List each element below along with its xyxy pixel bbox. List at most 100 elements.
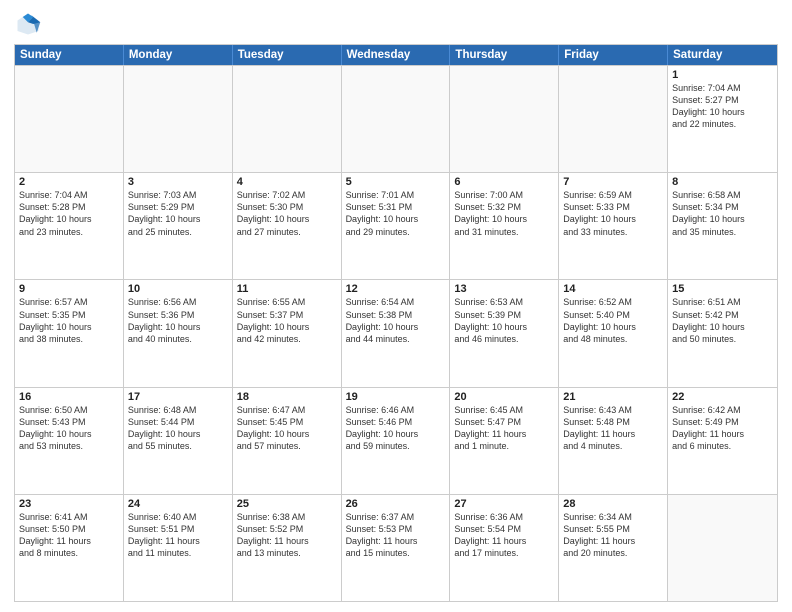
cell-info: Sunrise: 6:37 AM Sunset: 5:53 PM Dayligh… [346,511,446,560]
cell-day-number: 16 [19,391,119,403]
calendar-cell [450,66,559,172]
cell-day-number: 23 [19,498,119,510]
calendar-cell: 17Sunrise: 6:48 AM Sunset: 5:44 PM Dayli… [124,388,233,494]
cell-day-number: 9 [19,283,119,295]
cell-info: Sunrise: 6:34 AM Sunset: 5:55 PM Dayligh… [563,511,663,560]
cell-day-number: 22 [672,391,773,403]
calendar-cell: 15Sunrise: 6:51 AM Sunset: 5:42 PM Dayli… [668,280,777,386]
cell-info: Sunrise: 7:01 AM Sunset: 5:31 PM Dayligh… [346,189,446,238]
calendar-cell: 9Sunrise: 6:57 AM Sunset: 5:35 PM Daylig… [15,280,124,386]
calendar-cell: 16Sunrise: 6:50 AM Sunset: 5:43 PM Dayli… [15,388,124,494]
cell-day-number: 5 [346,176,446,188]
calendar-header: SundayMondayTuesdayWednesdayThursdayFrid… [15,45,777,65]
calendar-row-4: 16Sunrise: 6:50 AM Sunset: 5:43 PM Dayli… [15,387,777,494]
weekday-header-sunday: Sunday [15,45,124,65]
calendar-cell: 20Sunrise: 6:45 AM Sunset: 5:47 PM Dayli… [450,388,559,494]
cell-info: Sunrise: 6:38 AM Sunset: 5:52 PM Dayligh… [237,511,337,560]
calendar-row-2: 2Sunrise: 7:04 AM Sunset: 5:28 PM Daylig… [15,172,777,279]
cell-info: Sunrise: 6:57 AM Sunset: 5:35 PM Dayligh… [19,296,119,345]
cell-info: Sunrise: 7:03 AM Sunset: 5:29 PM Dayligh… [128,189,228,238]
cell-info: Sunrise: 6:55 AM Sunset: 5:37 PM Dayligh… [237,296,337,345]
calendar-cell: 6Sunrise: 7:00 AM Sunset: 5:32 PM Daylig… [450,173,559,279]
weekday-header-monday: Monday [124,45,233,65]
cell-day-number: 17 [128,391,228,403]
calendar-cell: 11Sunrise: 6:55 AM Sunset: 5:37 PM Dayli… [233,280,342,386]
calendar-cell: 10Sunrise: 6:56 AM Sunset: 5:36 PM Dayli… [124,280,233,386]
calendar-cell [233,66,342,172]
calendar: SundayMondayTuesdayWednesdayThursdayFrid… [14,44,778,602]
calendar-cell: 5Sunrise: 7:01 AM Sunset: 5:31 PM Daylig… [342,173,451,279]
calendar-cell: 26Sunrise: 6:37 AM Sunset: 5:53 PM Dayli… [342,495,451,601]
cell-info: Sunrise: 6:54 AM Sunset: 5:38 PM Dayligh… [346,296,446,345]
calendar-cell: 13Sunrise: 6:53 AM Sunset: 5:39 PM Dayli… [450,280,559,386]
cell-day-number: 11 [237,283,337,295]
header [14,10,778,38]
cell-day-number: 8 [672,176,773,188]
cell-info: Sunrise: 6:59 AM Sunset: 5:33 PM Dayligh… [563,189,663,238]
calendar-cell: 19Sunrise: 6:46 AM Sunset: 5:46 PM Dayli… [342,388,451,494]
calendar-cell: 3Sunrise: 7:03 AM Sunset: 5:29 PM Daylig… [124,173,233,279]
cell-day-number: 4 [237,176,337,188]
cell-day-number: 12 [346,283,446,295]
calendar-cell: 23Sunrise: 6:41 AM Sunset: 5:50 PM Dayli… [15,495,124,601]
weekday-header-thursday: Thursday [450,45,559,65]
calendar-cell: 8Sunrise: 6:58 AM Sunset: 5:34 PM Daylig… [668,173,777,279]
calendar-cell: 28Sunrise: 6:34 AM Sunset: 5:55 PM Dayli… [559,495,668,601]
cell-info: Sunrise: 6:53 AM Sunset: 5:39 PM Dayligh… [454,296,554,345]
cell-info: Sunrise: 6:50 AM Sunset: 5:43 PM Dayligh… [19,404,119,453]
calendar-cell [15,66,124,172]
calendar-cell: 7Sunrise: 6:59 AM Sunset: 5:33 PM Daylig… [559,173,668,279]
cell-day-number: 20 [454,391,554,403]
cell-day-number: 18 [237,391,337,403]
cell-info: Sunrise: 6:41 AM Sunset: 5:50 PM Dayligh… [19,511,119,560]
cell-info: Sunrise: 6:48 AM Sunset: 5:44 PM Dayligh… [128,404,228,453]
calendar-body: 1Sunrise: 7:04 AM Sunset: 5:27 PM Daylig… [15,65,777,601]
cell-day-number: 19 [346,391,446,403]
cell-info: Sunrise: 6:51 AM Sunset: 5:42 PM Dayligh… [672,296,773,345]
weekday-header-wednesday: Wednesday [342,45,451,65]
cell-day-number: 27 [454,498,554,510]
calendar-row-3: 9Sunrise: 6:57 AM Sunset: 5:35 PM Daylig… [15,279,777,386]
cell-info: Sunrise: 7:00 AM Sunset: 5:32 PM Dayligh… [454,189,554,238]
cell-info: Sunrise: 6:42 AM Sunset: 5:49 PM Dayligh… [672,404,773,453]
calendar-cell: 4Sunrise: 7:02 AM Sunset: 5:30 PM Daylig… [233,173,342,279]
calendar-cell: 21Sunrise: 6:43 AM Sunset: 5:48 PM Dayli… [559,388,668,494]
cell-day-number: 1 [672,69,773,81]
calendar-cell [668,495,777,601]
cell-info: Sunrise: 6:43 AM Sunset: 5:48 PM Dayligh… [563,404,663,453]
calendar-cell: 27Sunrise: 6:36 AM Sunset: 5:54 PM Dayli… [450,495,559,601]
calendar-cell: 14Sunrise: 6:52 AM Sunset: 5:40 PM Dayli… [559,280,668,386]
cell-info: Sunrise: 6:40 AM Sunset: 5:51 PM Dayligh… [128,511,228,560]
calendar-cell [342,66,451,172]
calendar-cell: 18Sunrise: 6:47 AM Sunset: 5:45 PM Dayli… [233,388,342,494]
cell-day-number: 2 [19,176,119,188]
cell-day-number: 25 [237,498,337,510]
cell-day-number: 28 [563,498,663,510]
calendar-cell: 22Sunrise: 6:42 AM Sunset: 5:49 PM Dayli… [668,388,777,494]
cell-day-number: 21 [563,391,663,403]
weekday-header-tuesday: Tuesday [233,45,342,65]
cell-day-number: 10 [128,283,228,295]
cell-day-number: 26 [346,498,446,510]
weekday-header-friday: Friday [559,45,668,65]
cell-day-number: 6 [454,176,554,188]
page: SundayMondayTuesdayWednesdayThursdayFrid… [0,0,792,612]
cell-info: Sunrise: 6:52 AM Sunset: 5:40 PM Dayligh… [563,296,663,345]
cell-day-number: 3 [128,176,228,188]
cell-info: Sunrise: 6:47 AM Sunset: 5:45 PM Dayligh… [237,404,337,453]
calendar-cell: 25Sunrise: 6:38 AM Sunset: 5:52 PM Dayli… [233,495,342,601]
calendar-cell: 2Sunrise: 7:04 AM Sunset: 5:28 PM Daylig… [15,173,124,279]
logo-icon [14,10,42,38]
cell-day-number: 24 [128,498,228,510]
cell-info: Sunrise: 6:36 AM Sunset: 5:54 PM Dayligh… [454,511,554,560]
cell-day-number: 13 [454,283,554,295]
cell-day-number: 15 [672,283,773,295]
weekday-header-saturday: Saturday [668,45,777,65]
cell-day-number: 14 [563,283,663,295]
cell-info: Sunrise: 6:56 AM Sunset: 5:36 PM Dayligh… [128,296,228,345]
cell-day-number: 7 [563,176,663,188]
calendar-cell: 1Sunrise: 7:04 AM Sunset: 5:27 PM Daylig… [668,66,777,172]
calendar-cell: 12Sunrise: 6:54 AM Sunset: 5:38 PM Dayli… [342,280,451,386]
calendar-cell: 24Sunrise: 6:40 AM Sunset: 5:51 PM Dayli… [124,495,233,601]
cell-info: Sunrise: 6:58 AM Sunset: 5:34 PM Dayligh… [672,189,773,238]
